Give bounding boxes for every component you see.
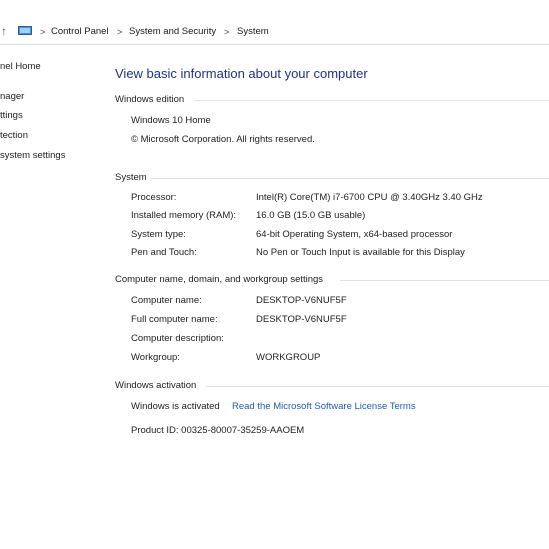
license-terms-link[interactable]: Read the Microsoft Software License Term… <box>232 401 416 412</box>
product-id: Product ID: 00325-80007-35259-AAOEM <box>131 425 305 436</box>
memory-value: 16.0 GB (15.0 GB usable) <box>256 210 366 221</box>
section-divider <box>340 280 549 281</box>
section-heading-windows-edition: Windows edition <box>115 94 185 105</box>
computer-name-label: Computer name: <box>131 295 202 306</box>
memory-label: Installed memory (RAM): <box>131 210 237 221</box>
section-divider <box>206 386 549 387</box>
system-type-value: 64-bit Operating System, x64-based proce… <box>256 229 453 240</box>
workgroup-label: Workgroup: <box>131 352 180 363</box>
section-divider <box>151 178 549 179</box>
section-heading-computer-name: Computer name, domain, and workgroup set… <box>115 274 324 285</box>
edition-name: Windows 10 Home <box>131 115 211 126</box>
computer-description-label: Computer description: <box>131 333 224 344</box>
full-computer-name-value: DESKTOP-V6NUF5F <box>256 314 347 325</box>
full-computer-name-label: Full computer name: <box>131 314 218 325</box>
page-title: View basic information about your comput… <box>115 66 368 81</box>
computer-name-value: DESKTOP-V6NUF5F <box>256 295 347 306</box>
workgroup-value: WORKGROUP <box>256 352 321 363</box>
system-type-label: System type: <box>131 229 186 240</box>
section-divider <box>194 100 549 101</box>
processor-value: Intel(R) Core(TM) i7-6700 CPU @ 3.40GHz … <box>256 192 483 203</box>
section-heading-windows-activation: Windows activation <box>115 380 197 391</box>
pen-touch-value: No Pen or Touch Input is available for t… <box>256 247 465 258</box>
processor-label: Processor: <box>131 192 177 203</box>
pen-touch-label: Pen and Touch: <box>131 247 197 258</box>
activation-status: Windows is activated <box>131 401 220 412</box>
main-content: View basic information about your comput… <box>0 0 549 549</box>
section-heading-system: System <box>115 172 147 183</box>
edition-copyright: © Microsoft Corporation. All rights rese… <box>131 134 315 145</box>
